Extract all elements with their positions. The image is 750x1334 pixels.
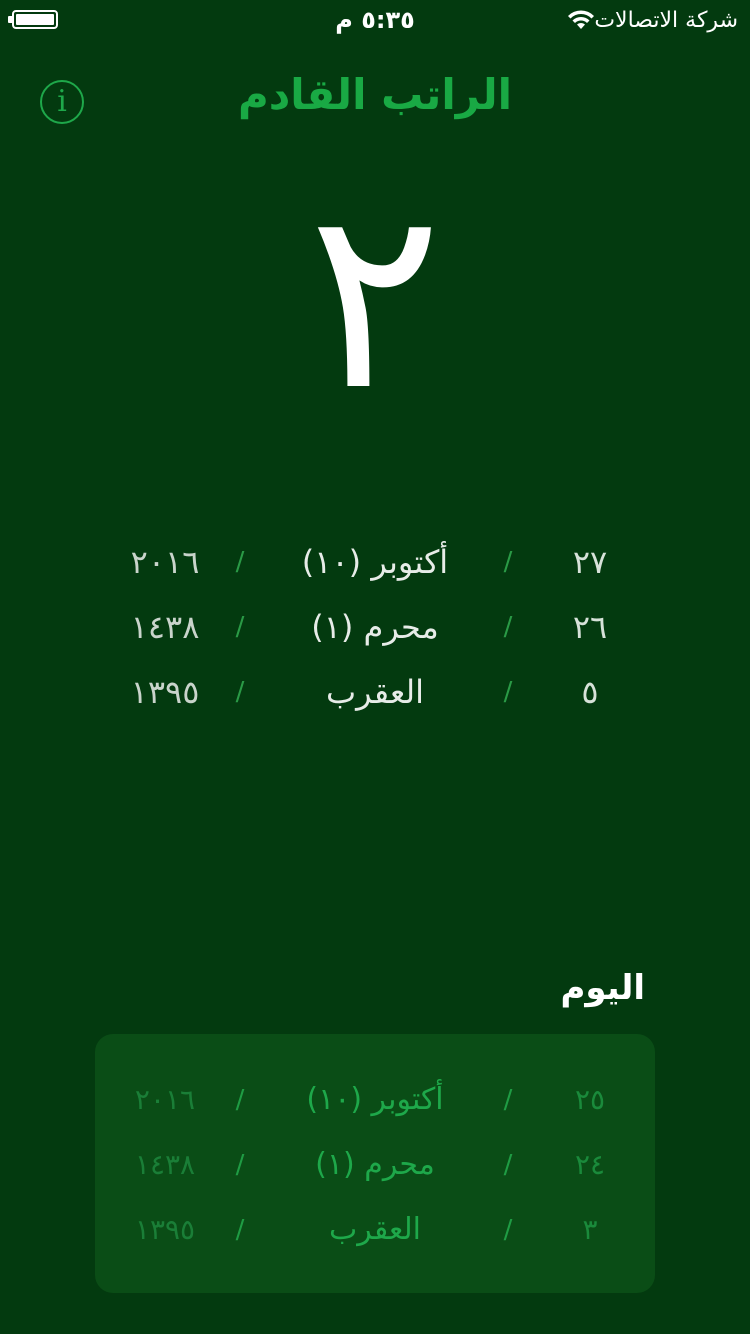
today-solar-hijri-row: ١٣٩٥ / العقرب / ٣ — [0, 1200, 750, 1260]
month: محرم (١) — [311, 608, 439, 646]
month: محرم (١) — [315, 1147, 435, 1182]
month: أكتوبر (١٠) — [306, 1082, 444, 1117]
battery-icon — [12, 10, 58, 29]
separator: / — [503, 547, 513, 577]
separator: / — [235, 677, 245, 707]
year: ١٤٣٨ — [130, 608, 200, 646]
status-time: ٥:٣٥ م — [335, 6, 415, 34]
page-title: الراتب القادم — [237, 70, 513, 119]
year: ٢٠١٦ — [130, 543, 200, 581]
separator: / — [235, 1215, 245, 1245]
day: ٥ — [581, 673, 599, 711]
day: ٢٤ — [574, 1148, 606, 1181]
wifi-icon — [568, 10, 594, 29]
month: العقرب — [325, 673, 425, 711]
gregorian-date-row: ٢٠١٦ / أكتوبر (١٠) / ٢٧ — [0, 532, 750, 592]
separator: / — [503, 1150, 513, 1180]
today-hijri-row: ١٤٣٨ / محرم (١) / ٢٤ — [0, 1135, 750, 1195]
separator: / — [235, 547, 245, 577]
today-gregorian-row: ٢٠١٦ / أكتوبر (١٠) / ٢٥ — [0, 1070, 750, 1130]
solar-hijri-date-row: ١٣٩٥ / العقرب / ٥ — [0, 662, 750, 722]
separator: / — [503, 1215, 513, 1245]
month: أكتوبر (١٠) — [301, 543, 449, 581]
separator: / — [503, 1085, 513, 1115]
info-button[interactable]: i — [40, 80, 84, 124]
separator: / — [503, 677, 513, 707]
today-label: اليوم — [560, 968, 645, 1008]
month: العقرب — [329, 1212, 421, 1247]
separator: / — [235, 1150, 245, 1180]
hijri-date-row: ١٤٣٨ / محرم (١) / ٢٦ — [0, 597, 750, 657]
carrier-name: شركة الاتصالات — [594, 8, 738, 33]
separator: / — [235, 612, 245, 642]
year: ١٣٩٥ — [130, 673, 200, 711]
day: ٢٧ — [572, 543, 608, 581]
day: ٣ — [582, 1213, 598, 1246]
year: ٢٠١٦ — [134, 1083, 196, 1116]
info-icon: i — [57, 84, 67, 119]
day: ٢٥ — [574, 1083, 606, 1116]
separator: / — [235, 1085, 245, 1115]
year: ١٣٩٥ — [134, 1213, 196, 1246]
year: ١٤٣٨ — [134, 1148, 196, 1181]
days-remaining: ٢ — [307, 154, 443, 445]
day: ٢٦ — [572, 608, 608, 646]
status-bar: ٥:٣٥ م شركة الاتصالات — [0, 0, 750, 40]
separator: / — [503, 612, 513, 642]
